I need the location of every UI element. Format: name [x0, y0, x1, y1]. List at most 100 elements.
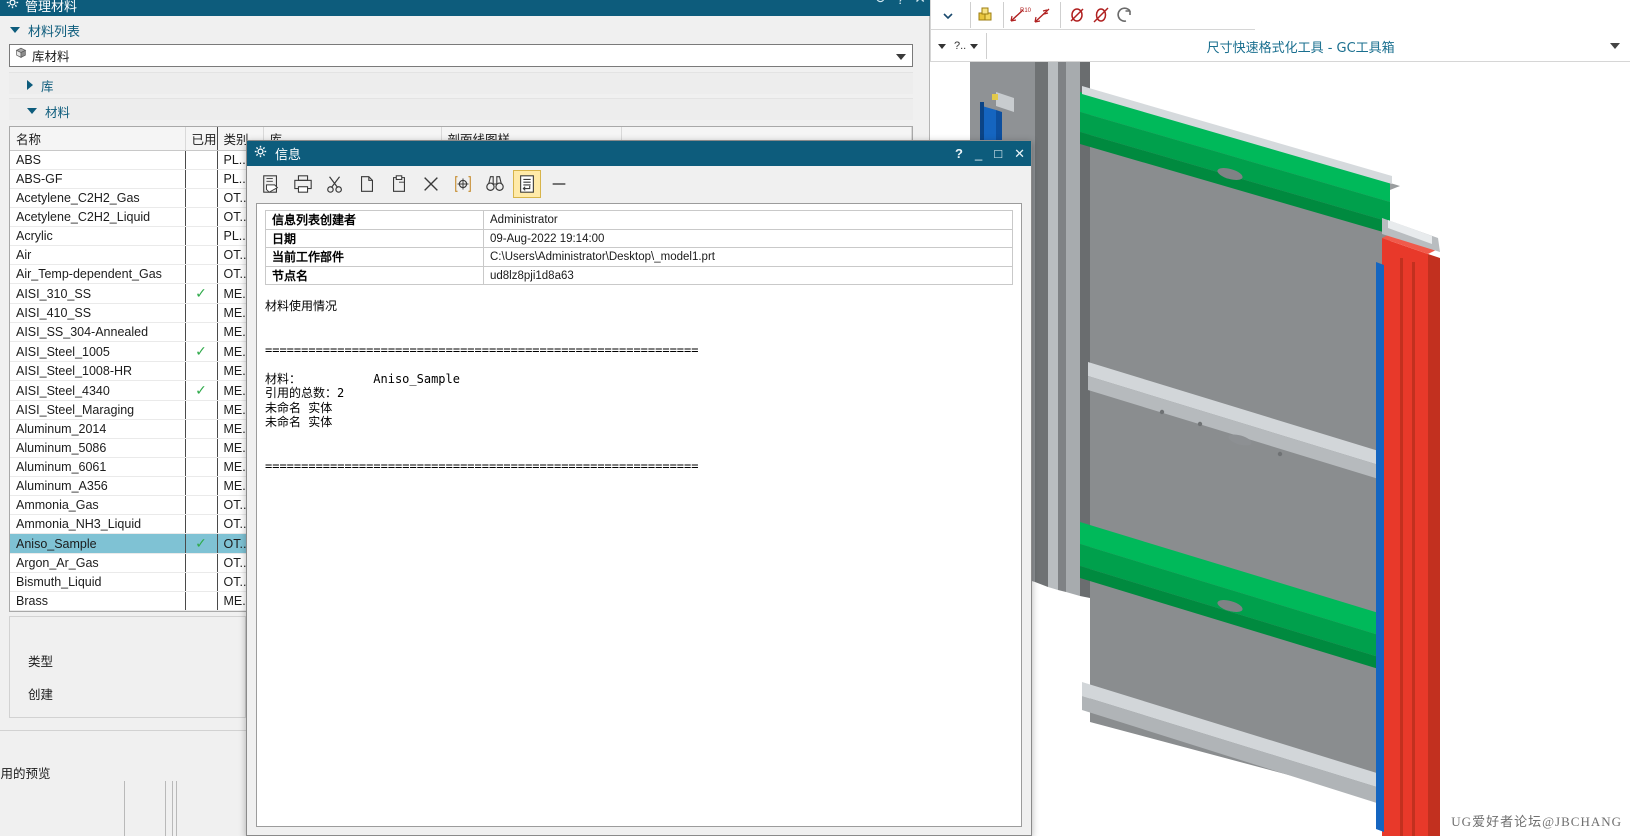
info-metadata-value: C:\Users\Administrator\Desktop\_model1.p… [490, 251, 715, 263]
cell-material-name: Aluminum_6061 [10, 457, 185, 477]
report-refcount-label: 引用的总数： [265, 386, 338, 400]
section-material-row[interactable]: 材料 [9, 98, 913, 120]
minimize-icon[interactable]: _ [975, 146, 982, 161]
cell-material-name: Brass [10, 591, 185, 611]
info-metadata-key: 日期 [266, 229, 484, 247]
library-source-combo[interactable]: 库材料 [9, 44, 913, 67]
ribbon-label-row: ?.. 尺寸快速格式化工具 - GC工具箱 [930, 30, 1630, 62]
report-divider-bottom: ========================================… [265, 458, 699, 473]
ribbon-divider-2 [1003, 2, 1004, 28]
select-target-icon[interactable] [449, 170, 477, 198]
manage-materials-window-buttons: ↺ ? ✕ [875, 0, 926, 7]
cell-material-name: Air [10, 245, 185, 265]
column-header-used[interactable]: 已用 [184, 127, 218, 151]
section-library-header[interactable]: 库 [9, 73, 913, 97]
preview-cell-3 [176, 781, 246, 836]
cell-used [184, 438, 218, 458]
cell-used [184, 226, 218, 246]
print-icon[interactable] [289, 170, 317, 198]
cell-material-name: Bismuth_Liquid [10, 572, 185, 592]
report-entity-1: 未命名 实体 [265, 400, 333, 415]
manage-materials-title: 管理材料 [25, 0, 78, 14]
cut-scissors-icon[interactable] [321, 170, 349, 198]
ribbon-dropdown-2[interactable]: ?.. [950, 40, 982, 52]
close-icon[interactable]: ✕ [1014, 146, 1025, 162]
gc-toolbox-label: 尺寸快速格式化工具 - GC工具箱 [1206, 40, 1395, 56]
cell-used [184, 514, 218, 534]
help-icon[interactable]: ? [955, 146, 963, 161]
delete-x-icon[interactable] [417, 170, 445, 198]
gold-blocks-icon[interactable] [975, 3, 999, 27]
cad-viewport[interactable]: UG爱好者论坛@JBCHANG [930, 62, 1630, 836]
cell-used [184, 169, 218, 189]
gc-toolbox-chevron-down-icon[interactable] [1610, 43, 1620, 49]
cell-used [184, 150, 218, 170]
close-icon[interactable]: ✕ [914, 0, 926, 7]
dimension-format-icon[interactable]: R10 [1008, 3, 1032, 27]
manage-materials-titlebar[interactable]: 管理材料 ↺ ? ✕ [0, 0, 930, 16]
word-wrap-icon[interactable] [513, 170, 541, 198]
section-material-label: 材料 [45, 105, 71, 120]
copy-icon[interactable] [353, 170, 381, 198]
undo-arc-icon[interactable] [1113, 3, 1137, 27]
cell-used [184, 495, 218, 515]
chevron-down-icon[interactable] [896, 54, 906, 60]
paste-icon[interactable] [385, 170, 413, 198]
info-metadata-row: 日期 09-Aug-2022 19:14:00 [266, 229, 1012, 248]
cell-material-name: ABS-GF [10, 169, 185, 189]
section-material-list-label: 材料列表 [28, 23, 81, 39]
cell-material-name: Aluminum_2014 [10, 419, 185, 439]
cell-material-name: Argon_Ar_Gas [10, 553, 185, 573]
report-refcount-value: 2 [337, 386, 345, 400]
cell-material-name: AISI_Steel_1005 [10, 341, 185, 362]
new-material-create-label[interactable]: 创建 [10, 684, 245, 703]
section-material-list-header[interactable]: 材料列表 [0, 18, 930, 42]
cell-material-name: Ammonia_NH3_Liquid [10, 514, 185, 534]
diameter-strike-icon[interactable] [1065, 3, 1089, 27]
cell-used: ✓ [184, 380, 218, 401]
forum-watermark: UG爱好者论坛@JBCHANG [1451, 814, 1622, 829]
chevron-down-icon [27, 108, 37, 114]
ribbon-dropdown-1[interactable] [930, 43, 950, 49]
cell-material-name: Acetylene_C2H2_Liquid [10, 207, 185, 227]
chevron-right-icon [27, 80, 33, 90]
info-metadata-key: 节点名 [266, 266, 484, 284]
cell-used [184, 476, 218, 496]
section-library-row[interactable]: 库 [9, 72, 913, 94]
ribbon-divider-4 [986, 33, 988, 59]
preview-cell-1 [124, 781, 169, 836]
info-metadata-key: 信息列表创建者 [266, 211, 484, 229]
preview-cell-2 [165, 781, 173, 836]
dimension-edit-icon[interactable] [1032, 3, 1056, 27]
cad-model-graphic [970, 62, 1440, 836]
app-screen: UG爱好者论坛@JBCHANG R10 ?.. 尺寸快速格式化工具 - GC工具… [0, 0, 1630, 836]
info-dialog-body[interactable]: 信息列表创建者 Administrator 日期 09-Aug-2022 19:14:… [256, 203, 1022, 827]
cell-material-name: Aniso_Sample [10, 533, 185, 554]
help-icon[interactable]: ? [896, 0, 904, 7]
report-divider-top: ========================================… [265, 342, 699, 357]
diameter-slash-icon[interactable] [1089, 3, 1113, 27]
cell-material-name: AISI_Steel_4340 [10, 380, 185, 401]
find-binoculars-icon[interactable] [481, 170, 509, 198]
gear-icon [254, 145, 267, 163]
cell-used [184, 361, 218, 381]
info-metadata-value: ud8lz8pji1d8a63 [490, 269, 574, 282]
report-entity-2: 未命名 实体 [265, 415, 333, 429]
ribbon-divider-3 [1060, 2, 1061, 28]
save-as-icon[interactable] [257, 170, 285, 198]
info-metadata-row: 节点名 ud8lz8pji1d8a63 [266, 266, 1012, 285]
check-icon: ✓ [195, 343, 207, 359]
maximize-icon[interactable]: □ [994, 146, 1002, 161]
cell-material-name: AISI_Steel_1008-HR [10, 361, 185, 381]
ribbon-dropdown-2-label: ?.. [954, 40, 967, 52]
cell-used: ✓ [184, 283, 218, 304]
preview-label: 可用的预览 [0, 767, 51, 781]
section-material-header[interactable]: 材料 [9, 99, 913, 123]
cell-used [184, 400, 218, 420]
column-header-name[interactable]: 名称 [10, 127, 186, 151]
minus-icon[interactable] [545, 170, 573, 198]
small-chevron-icon[interactable] [936, 3, 960, 27]
reset-icon[interactable]: ↺ [875, 0, 887, 7]
info-dialog-titlebar[interactable]: 信息 ? _ □ ✕ [247, 141, 1031, 166]
info-dialog: 信息 ? _ □ ✕ 信息列表创建者 Administrator 日期 09-A… [246, 140, 1032, 836]
